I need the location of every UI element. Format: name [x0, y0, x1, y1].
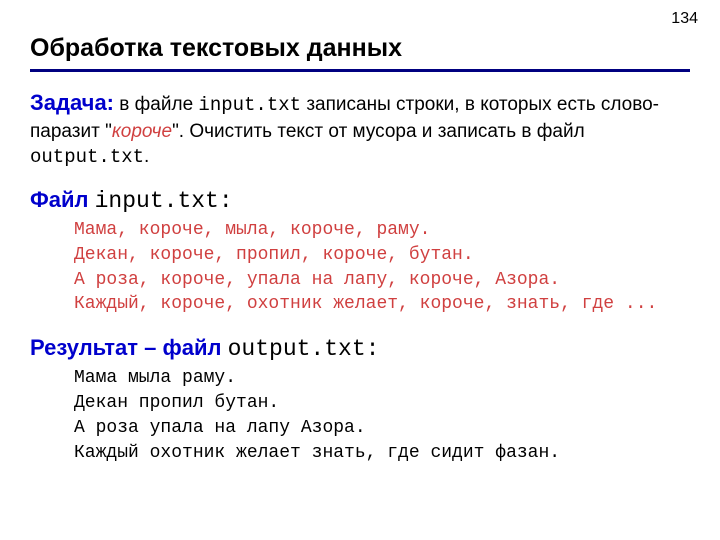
input-line: Декан, короче, пропил, короче, бутан. — [74, 243, 690, 268]
output-line: Каждый охотник желает знать, где сидит ф… — [74, 441, 690, 466]
output-line: Декан пропил бутан. — [74, 391, 690, 416]
task-text-3: ". Очистить текст от мусора и записать в… — [172, 121, 585, 142]
page-number: 134 — [671, 10, 698, 28]
input-line: А роза, короче, упала на лапу, короче, А… — [74, 268, 690, 293]
output-label-text: Результат – файл — [30, 335, 228, 360]
output-line: Мама мыла раму. — [74, 366, 690, 391]
output-filename: output.txt — [228, 336, 366, 362]
task-file1: input.txt — [198, 94, 301, 116]
output-file-block: Результат – файл output.txt: Мама мыла р… — [30, 335, 690, 465]
input-label-text: Файл — [30, 187, 95, 212]
input-filename: input.txt — [95, 188, 219, 214]
output-line: А роза упала на лапу Азора. — [74, 416, 690, 441]
input-file-block: Файл input.txt: Мама, короче, мыла, коро… — [30, 187, 690, 317]
input-line: Мама, короче, мыла, короче, раму. — [74, 218, 690, 243]
task-description: Задача: в файле input.txt записаны строк… — [30, 88, 690, 171]
input-colon: : — [219, 188, 233, 214]
parasite-word: короче — [112, 121, 172, 142]
input-lines: Мама, короче, мыла, короче, раму. Декан,… — [30, 218, 690, 317]
task-label: Задача: — [30, 90, 114, 115]
output-colon: : — [366, 336, 380, 362]
input-line: Каждый, короче, охотник желает, короче, … — [74, 292, 690, 317]
output-section-label: Результат – файл output.txt: — [30, 335, 690, 362]
input-section-label: Файл input.txt: — [30, 187, 690, 214]
output-lines: Мама мыла раму. Декан пропил бутан. А ро… — [30, 366, 690, 465]
task-file2: output.txt — [30, 146, 144, 168]
page-title: Обработка текстовых данных — [30, 34, 690, 72]
task-text-1: в файле — [114, 94, 198, 115]
task-text-4: . — [144, 146, 149, 167]
